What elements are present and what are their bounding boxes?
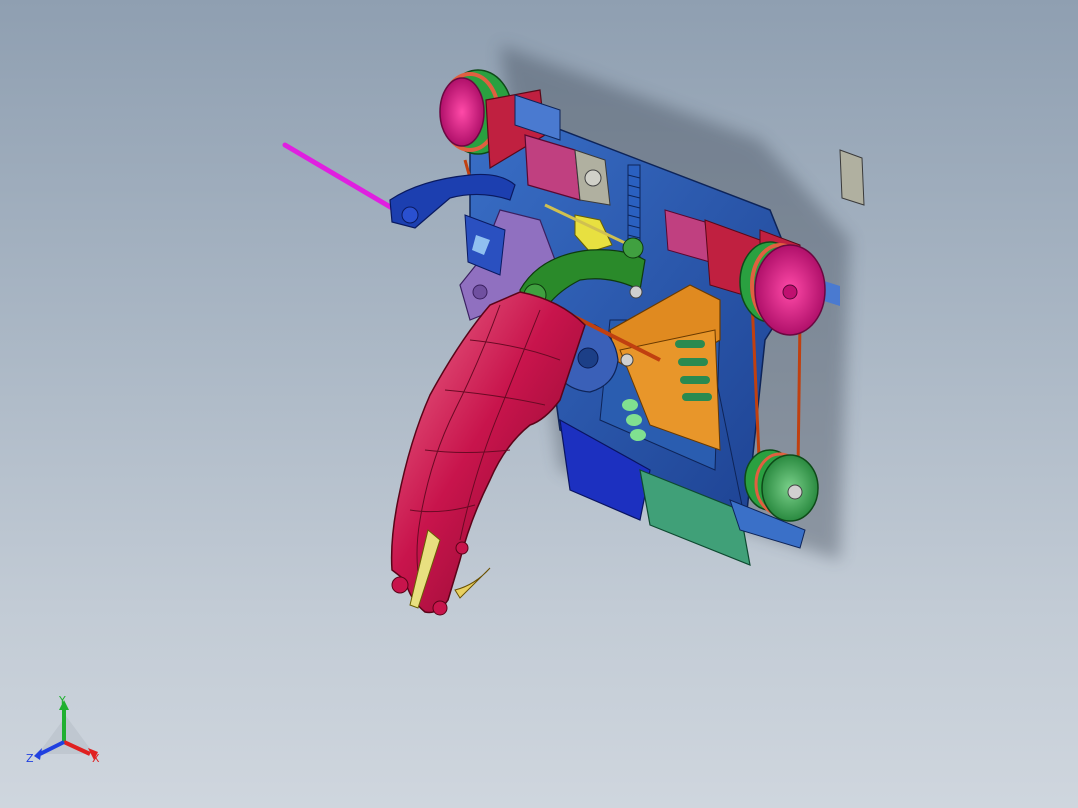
z-axis-head	[34, 748, 42, 760]
axis-triad: Y X Z	[26, 694, 100, 765]
x-axis-label: X	[92, 752, 100, 765]
cad-viewport[interactable]: Y X Z	[0, 0, 1078, 808]
y-axis-label: Y	[58, 694, 66, 707]
cad-assembly-model[interactable]	[0, 0, 1078, 808]
z-axis-label: Z	[26, 752, 34, 765]
